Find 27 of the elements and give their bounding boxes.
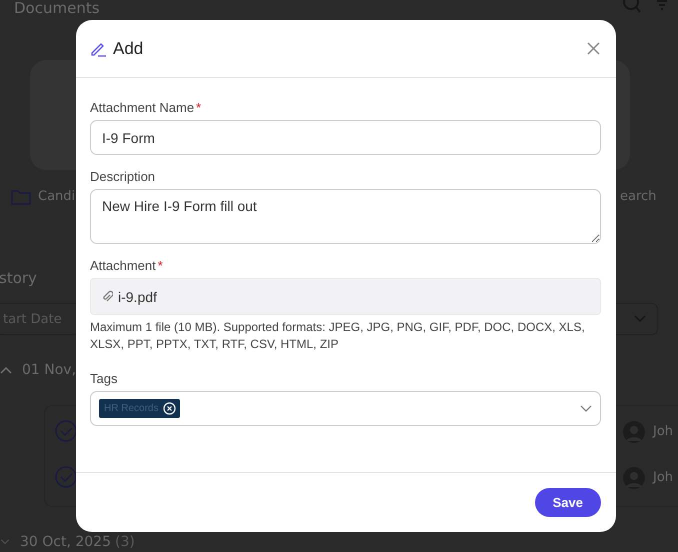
page-title: Documents [14,0,100,17]
remove-tag-icon[interactable] [163,402,176,415]
dialog-title: Add [113,38,144,58]
description-field[interactable]: New Hire I-9 Form fill out [90,189,601,244]
check-circle-icon [55,466,77,488]
field-label: Tags [90,371,118,386]
chevron-up-icon[interactable] [0,366,12,374]
group-date: 01 Nov, [22,362,76,378]
field-label: Description [90,169,156,184]
attachment-field[interactable]: i-9.pdf [90,278,601,315]
field-label: Attachment [90,258,156,273]
attachment-name-field[interactable]: I-9 Form [90,120,601,155]
required-mark: * [158,258,163,273]
close-icon[interactable] [587,42,600,55]
chevron-down-icon[interactable] [0,539,10,545]
required-mark: * [196,100,202,115]
paperclip-icon [101,290,113,303]
chevron-down-icon [580,405,592,412]
person-name: Joh [653,424,674,439]
save-button[interactable]: Save [534,488,601,517]
file-hint: Maximum 1 file (10 MB). Supported formats: JPEG, JPG, PNG, GIF, PDF, DOC, DOCX, XLS, XLSX, PPT, PPTX, TXT, RTF, CSV, HTML, ZIP [90,319,586,353]
section-title: story [0,269,37,287]
file-name: i-9.pdf [118,288,157,304]
person-name: Joh [653,470,674,485]
check-circle-icon [55,420,77,442]
field-label: Attachment Name [90,100,194,115]
group-date: 30 Oct, 2025 [20,534,111,550]
